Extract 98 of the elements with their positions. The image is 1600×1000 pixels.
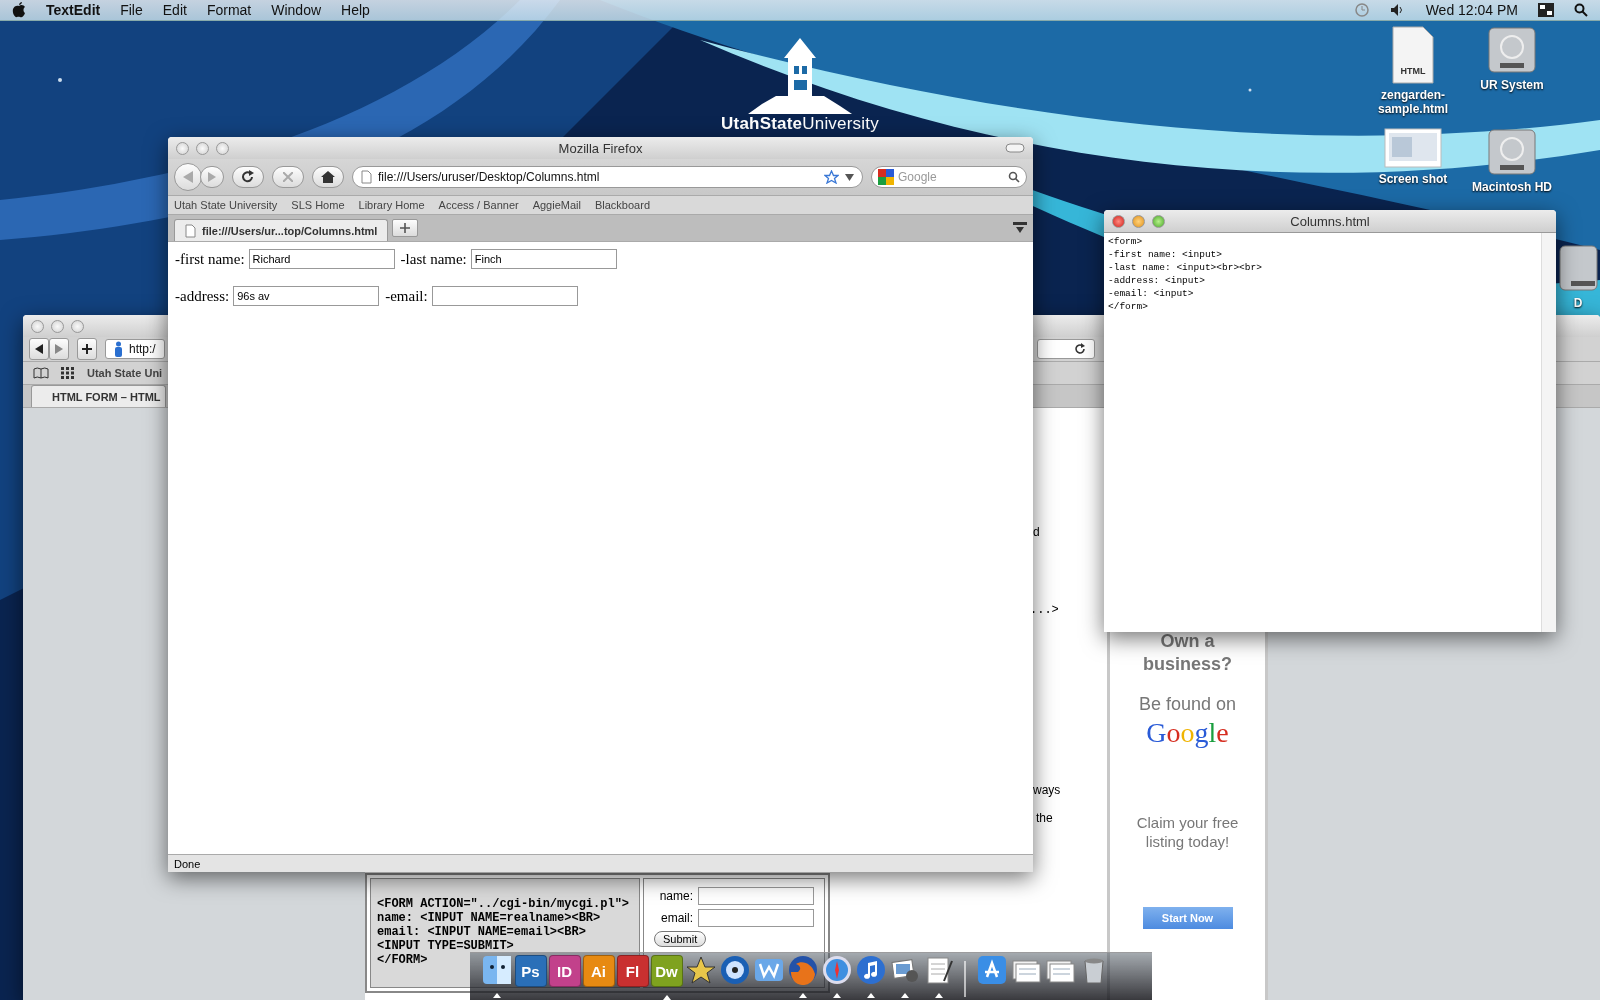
disc-icon[interactable] <box>719 955 750 985</box>
file-type-label: HTML <box>1399 66 1427 76</box>
back-arrow-icon <box>183 171 193 183</box>
menu-item[interactable]: Help <box>341 2 370 18</box>
music-note-icon[interactable] <box>855 955 886 985</box>
field-label: -address: <box>175 287 230 305</box>
status-text: Done <box>174 857 201 870</box>
app-icon[interactable]: ID <box>548 955 581 987</box>
bookmark-link[interactable]: Library Home <box>358 199 425 211</box>
menu-clock[interactable]: Wed 12:04 PM <box>1425 2 1518 18</box>
finder-icon[interactable] <box>481 955 512 985</box>
reload-icon[interactable] <box>1074 343 1086 355</box>
bookmark-link[interactable]: Access / Banner <box>438 199 519 211</box>
stop-button[interactable] <box>272 166 304 188</box>
ad-text: Be found on <box>1138 694 1237 715</box>
close-x-icon <box>283 172 293 182</box>
apple-logo-icon[interactable] <box>12 2 26 18</box>
scrollbar[interactable] <box>1541 233 1556 632</box>
bookmark-link[interactable]: Utah State Uni <box>87 367 163 379</box>
page-icon <box>185 223 196 238</box>
compass-icon[interactable] <box>821 955 852 985</box>
input-field[interactable]: 96s av <box>233 286 380 306</box>
menu-app-name[interactable]: TextEdit <box>46 2 101 18</box>
menu-item[interactable]: Format <box>206 2 252 18</box>
open-book-icon[interactable] <box>33 367 49 379</box>
google-g-icon <box>878 169 894 185</box>
plus-icon <box>400 223 411 233</box>
address-field[interactable]: http:/ <box>105 339 165 359</box>
bookmark-link[interactable]: Blackboard <box>594 199 650 211</box>
submit-button[interactable]: Submit <box>654 931 707 947</box>
bookmark-link[interactable]: Utah State University <box>174 199 278 211</box>
app-icon[interactable]: Ps <box>514 955 547 987</box>
window-title: Mozilla Firefox <box>558 140 643 156</box>
search-icon <box>1008 171 1020 183</box>
flag-icon[interactable] <box>1538 3 1554 17</box>
hard-drive-icon[interactable] <box>1558 244 1598 292</box>
forward-arrow-icon <box>55 344 63 354</box>
partial-page-text: ...> <box>1030 603 1059 617</box>
field-label: -first name: <box>175 250 245 268</box>
desktop-icon-label[interactable]: Macintosh HD <box>1472 180 1552 194</box>
toolbar-toggle-icon[interactable] <box>1005 143 1025 153</box>
forward-button[interactable] <box>200 166 224 188</box>
menu-item[interactable]: File <box>120 2 143 18</box>
partial-page-text: the <box>1036 811 1053 825</box>
input-field[interactable]: Finch <box>470 249 617 269</box>
address-field-end[interactable] <box>1037 339 1095 359</box>
partial-page-text: ways <box>1033 783 1061 797</box>
new-tab-button[interactable] <box>392 219 419 237</box>
dropdown-arrow-icon[interactable] <box>845 173 854 181</box>
input-field[interactable]: Richard <box>248 249 395 269</box>
hard-drive-icon[interactable] <box>1487 128 1537 176</box>
university-logo-text: UtahStateUniversity <box>721 114 879 134</box>
field-label: -email: <box>385 287 428 305</box>
home-icon <box>321 171 335 183</box>
star-outline-icon[interactable] <box>824 170 839 184</box>
menu-item[interactable]: Window <box>271 2 322 18</box>
partial-page-text: d <box>1033 525 1040 539</box>
back-arrow-icon <box>35 344 43 354</box>
info-person-icon <box>114 341 123 357</box>
back-button[interactable] <box>29 338 49 360</box>
input-field[interactable] <box>698 909 814 927</box>
add-bookmark-button[interactable] <box>77 338 97 360</box>
page-icon <box>361 170 372 184</box>
window-title: Columns.html <box>1290 213 1370 229</box>
bookmark-link[interactable]: SLS Home <box>291 199 345 211</box>
grid-icon[interactable] <box>61 367 75 379</box>
html-file-icon[interactable]: HTML <box>1391 26 1435 84</box>
hard-drive-icon[interactable] <box>1487 26 1537 74</box>
html-source-text[interactable]: <form> -first name: <input> -last name: <input><br><br> -address: <input> -email: <input> </form> <box>1104 233 1541 632</box>
field-label: -last name: <box>400 250 467 268</box>
bookmark-link[interactable]: AggieMail <box>532 199 581 211</box>
desktop-icon-label[interactable]: Screen shot <box>1378 172 1448 186</box>
app-store-icon[interactable] <box>976 955 1007 985</box>
forward-arrow-icon <box>208 172 216 182</box>
screenshot-thumbnail-icon[interactable] <box>1384 128 1442 168</box>
home-button[interactable] <box>312 166 344 188</box>
ad-heading: Own a business? <box>1142 630 1233 676</box>
menu-item[interactable]: Edit <box>162 2 187 18</box>
desktop-icon-label[interactable]: UR System <box>1480 78 1544 92</box>
fox-globe-icon[interactable] <box>787 955 818 985</box>
google-logo: Google <box>1146 717 1229 749</box>
browser-tab[interactable]: file:///Users/ur...top/Columns.html <box>174 219 389 241</box>
browser-tab[interactable]: HTML FORM – HTML <box>31 385 166 407</box>
search-icon[interactable] <box>1574 3 1588 17</box>
field-label: email: <box>661 911 693 925</box>
field-label: name: <box>659 889 693 903</box>
input-field[interactable] <box>698 887 814 905</box>
address-field[interactable]: file:///Users/uruser/Desktop/Columns.html <box>352 166 863 188</box>
ad-text: Claim your free listing today! <box>1135 813 1240 851</box>
close-button[interactable] <box>1112 214 1125 228</box>
app-icon[interactable]: Fl <box>616 955 649 987</box>
plus-icon <box>82 344 92 354</box>
desktop-icon-label[interactable]: zengarden-sample.html <box>1363 88 1463 116</box>
tab-list-icon[interactable] <box>1013 222 1027 234</box>
star-icon[interactable] <box>685 955 716 985</box>
reload-button[interactable] <box>232 166 264 188</box>
input-field[interactable] <box>431 286 578 306</box>
reload-icon <box>241 170 255 184</box>
